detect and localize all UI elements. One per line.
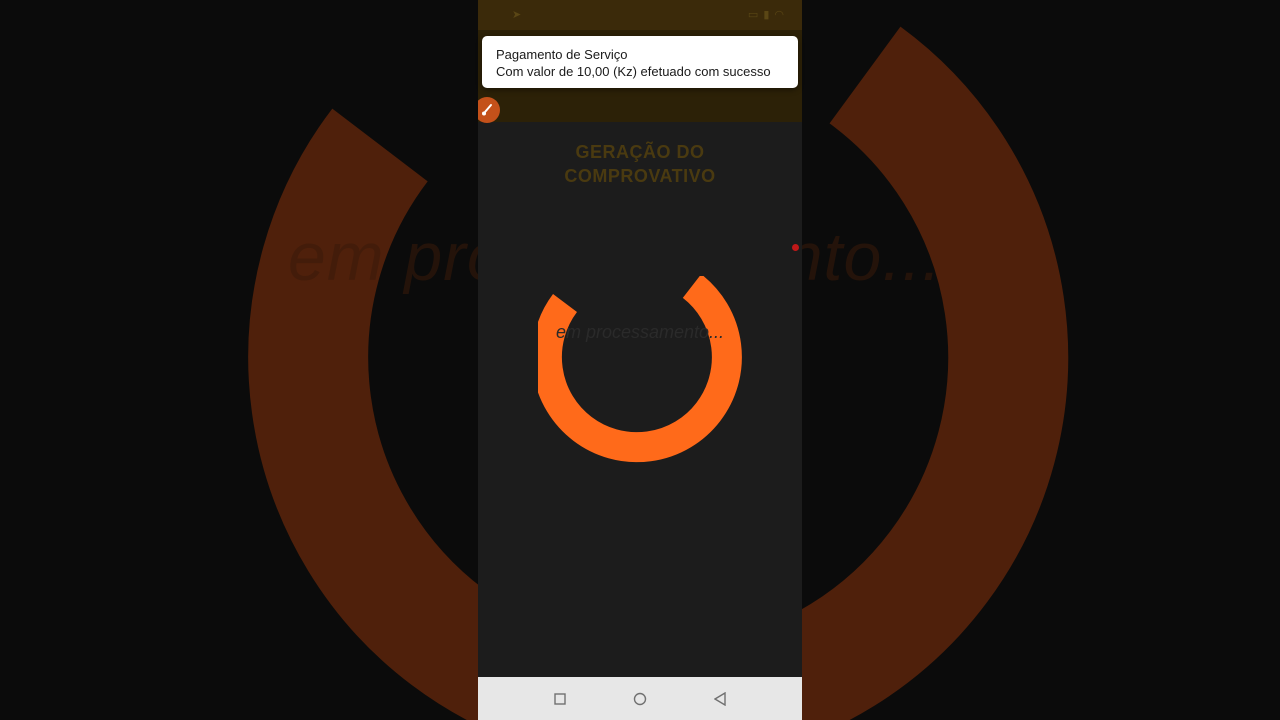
signal-icon: ▮ [763, 9, 770, 21]
phone-screen: ➤ ▭ ▮ ◠ GERAÇÃO DO COMPROVATIVO em proce… [478, 0, 802, 720]
page-title-line1: GERAÇÃO DO [575, 142, 705, 162]
square-icon [554, 692, 566, 705]
status-left: ➤ [512, 8, 521, 21]
battery-icon: ▭ [747, 9, 759, 21]
recording-dot [792, 244, 799, 251]
navigation-bar [478, 677, 802, 720]
home-button[interactable] [632, 691, 648, 707]
wifi-icon: ◠ [774, 9, 784, 21]
status-bar: ➤ ▭ ▮ ◠ [478, 0, 802, 30]
page-title: GERAÇÃO DO COMPROVATIVO [478, 140, 802, 188]
brush-icon [482, 104, 492, 116]
notification-toast[interactable]: Pagamento de Serviço Com valor de 10,00 … [482, 36, 798, 88]
page-title-line2: COMPROVATIVO [564, 166, 716, 186]
recent-apps-button[interactable] [552, 691, 568, 707]
notification-title: Pagamento de Serviço [496, 47, 628, 62]
loading-spinner [538, 276, 742, 463]
navigation-arrow-icon: ➤ [512, 9, 522, 21]
status-right: ▭ ▮ ◠ [748, 8, 784, 21]
processing-text: em processamento... [555, 322, 725, 342]
notification-body: Com valor de 10,00 (Kz) efetuado com suc… [496, 64, 771, 79]
back-button[interactable] [712, 691, 728, 707]
circle-icon [633, 692, 647, 705]
triangle-back-icon [714, 691, 726, 706]
